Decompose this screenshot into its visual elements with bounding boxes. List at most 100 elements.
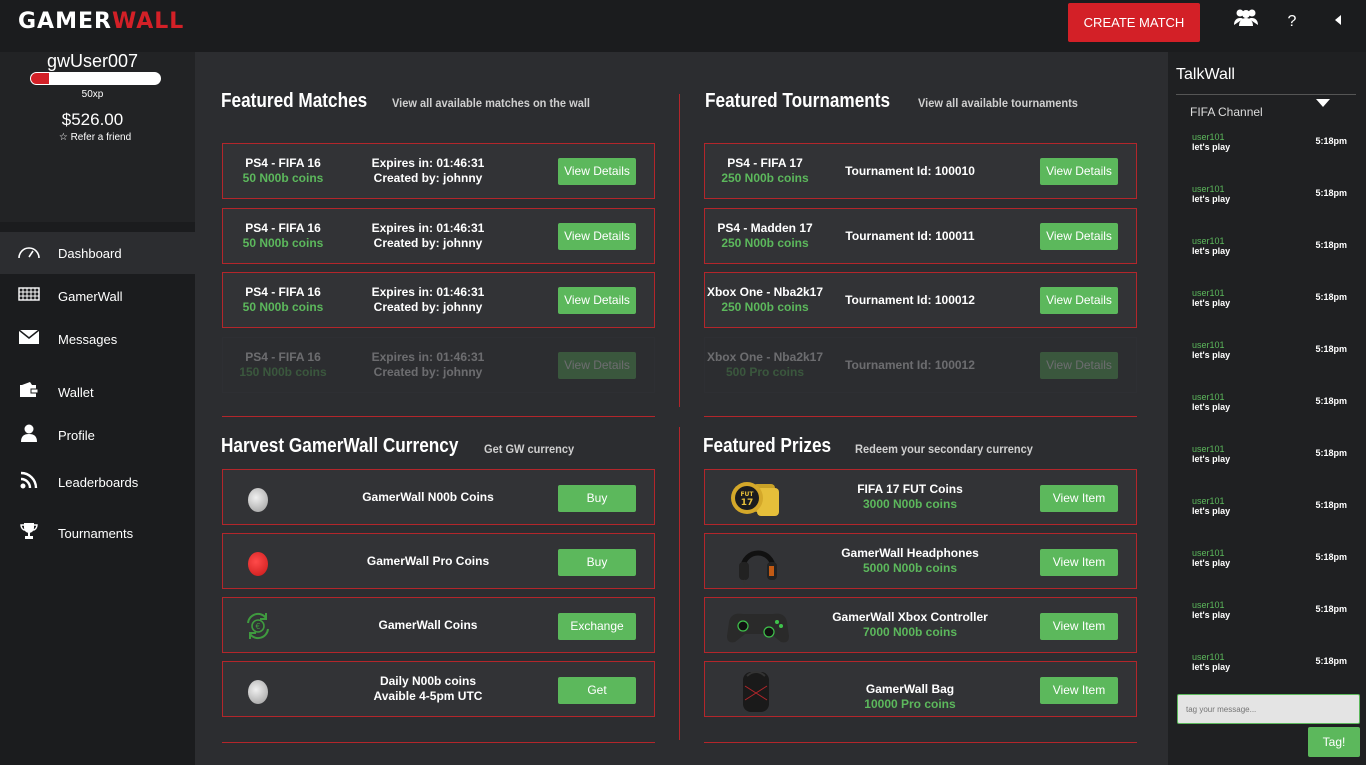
message-time: 5:18pm xyxy=(1315,344,1347,354)
get-button[interactable]: Get xyxy=(558,677,636,704)
wallet-icon xyxy=(0,381,58,403)
prize-card: GamerWall Bag 10000 Pro coins View Item xyxy=(704,661,1137,717)
nav-leaderboards[interactable]: Leaderboards xyxy=(0,461,195,503)
collapse-icon[interactable] xyxy=(1330,8,1346,36)
username: gwUser007 xyxy=(46,51,139,71)
section-divider xyxy=(222,742,655,743)
speedometer-icon xyxy=(0,242,58,265)
user-icon xyxy=(0,424,58,447)
view-details-button[interactable]: View Details xyxy=(558,223,636,250)
nav-dashboard[interactable]: Dashboard xyxy=(0,232,195,274)
message-time: 5:18pm xyxy=(1315,656,1347,666)
tournament-id: Tournament Id: 100012 xyxy=(845,293,975,307)
currency-label: Daily N00b coins xyxy=(379,674,477,688)
featured-tournaments-title: Featured Tournaments xyxy=(705,90,891,112)
xp-label: 50xp xyxy=(81,89,104,100)
exchange-button[interactable]: Exchange xyxy=(558,613,636,640)
fut-coins-icon: FUT 17 xyxy=(723,474,793,522)
match-creator: Created by: johnny xyxy=(373,171,483,185)
match-creator: Created by: johnny xyxy=(373,236,483,250)
view-details-button[interactable]: View Details xyxy=(1040,352,1118,379)
harvest-subtitle: Get GW currency xyxy=(484,442,575,456)
currency-card: € GamerWall Coins Exchange xyxy=(222,597,655,653)
featured-tournaments-link[interactable]: View all available tournaments xyxy=(918,96,1078,110)
view-details-button[interactable]: View Details xyxy=(558,352,636,379)
channel-dropdown[interactable]: FIFA Channel xyxy=(1176,94,1356,124)
tournament-game: PS4 - FIFA 17 xyxy=(727,156,803,170)
tournament-game: Xbox One - Nba2k17 xyxy=(706,350,824,364)
silver-coin-icon xyxy=(248,680,268,704)
tournament-game: Xbox One - Nba2k17 xyxy=(706,285,824,299)
star-icon: ☆ xyxy=(58,132,68,143)
column-divider xyxy=(679,94,680,407)
help-icon[interactable]: ? xyxy=(1284,8,1300,36)
view-item-button[interactable]: View Item xyxy=(1040,549,1118,576)
buy-button[interactable]: Buy xyxy=(558,549,636,576)
chat-message: user101 let's play 5:18pm xyxy=(1192,548,1347,578)
grid-icon xyxy=(0,286,58,306)
tag-send-button[interactable]: Tag! xyxy=(1308,727,1360,757)
nav-wallet[interactable]: Wallet xyxy=(0,371,195,413)
view-item-button[interactable]: View Item xyxy=(1040,485,1118,512)
view-item-button[interactable]: View Item xyxy=(1040,613,1118,640)
sidebar: gwUser007 50xp $526.00 ☆ Refer a friend … xyxy=(0,52,195,765)
match-expires: Expires in: 01:46:31 xyxy=(371,156,485,170)
tournament-stake: 500 Pro coins xyxy=(725,365,805,379)
view-details-button[interactable]: View Details xyxy=(1040,158,1118,185)
chat-message: user101 let's play 5:18pm xyxy=(1192,340,1347,370)
prize-name: FIFA 17 FUT Coins xyxy=(857,482,963,496)
tournament-card: PS4 - Madden 17 250 N00b coins Tournament… xyxy=(704,208,1137,264)
friends-icon[interactable] xyxy=(1232,8,1260,36)
chat-message: user101 let's play 5:18pm xyxy=(1192,288,1347,318)
section-divider xyxy=(222,416,655,417)
match-card: PS4 - FIFA 16 50 N00b coins Expires in: 0… xyxy=(222,143,655,199)
prize-cost: 5000 N00b coins xyxy=(862,561,958,575)
chat-message: user101 let's play 5:18pm xyxy=(1192,444,1347,474)
message-time: 5:18pm xyxy=(1315,188,1347,198)
match-stake: 150 N00b coins xyxy=(239,365,327,379)
bag-icon xyxy=(723,666,793,714)
message-time: 5:18pm xyxy=(1315,448,1347,458)
match-card-faded: PS4 - FIFA 16 150 N00b coins Expires in: … xyxy=(222,337,655,393)
message-input[interactable] xyxy=(1177,694,1360,724)
match-creator: Created by: johnny xyxy=(373,300,483,314)
tournament-card: PS4 - FIFA 17 250 N00b coins Tournament I… xyxy=(704,143,1137,199)
view-details-button[interactable]: View Details xyxy=(1040,223,1118,250)
create-match-button[interactable]: CREATE MATCH xyxy=(1068,3,1200,42)
nav-gamerwall[interactable]: GamerWall xyxy=(0,275,195,317)
currency-label-2: Avaible 4-5pm UTC xyxy=(373,689,483,703)
prize-cost: 10000 Pro coins xyxy=(864,697,956,711)
match-card: PS4 - FIFA 16 50 N00b coins Expires in: 0… xyxy=(222,272,655,328)
prize-name: GamerWall Headphones xyxy=(841,546,979,560)
view-details-button[interactable]: View Details xyxy=(1040,287,1118,314)
nav-profile[interactable]: Profile xyxy=(0,414,195,456)
refer-friend-link[interactable]: ☆ Refer a friend xyxy=(0,132,190,143)
svg-text:17: 17 xyxy=(741,498,754,508)
tournament-stake: 250 N00b coins xyxy=(721,171,809,185)
top-bar: GAMERWALL CREATE MATCH ? xyxy=(0,0,1366,52)
view-item-button[interactable]: View Item xyxy=(1040,677,1118,704)
harvest-title: Harvest GamerWall Currency xyxy=(221,435,459,457)
currency-label: GamerWall Coins xyxy=(378,618,478,632)
exchange-icon: € xyxy=(243,611,273,641)
message-time: 5:18pm xyxy=(1315,240,1347,250)
chat-message: user101 let's play 5:18pm xyxy=(1192,132,1347,162)
section-divider xyxy=(704,416,1137,417)
match-game: PS4 - FIFA 16 xyxy=(245,156,321,170)
buy-button[interactable]: Buy xyxy=(558,485,636,512)
chat-message: user101 let's play 5:18pm xyxy=(1192,236,1347,266)
logo[interactable]: GAMERWALL xyxy=(18,8,184,36)
featured-matches-link[interactable]: View all available matches on the wall xyxy=(392,96,590,110)
svg-text:€: € xyxy=(255,622,260,631)
view-details-button[interactable]: View Details xyxy=(558,287,636,314)
red-coin-icon xyxy=(248,552,268,576)
headphones-icon xyxy=(723,538,793,587)
message-time: 5:18pm xyxy=(1315,136,1347,146)
match-stake: 50 N00b coins xyxy=(242,171,324,185)
nav-tournaments[interactable]: Tournaments xyxy=(0,512,195,554)
nav-messages[interactable]: Messages xyxy=(0,318,195,360)
prize-name: GamerWall Bag xyxy=(865,682,955,696)
view-details-button[interactable]: View Details xyxy=(558,158,636,185)
match-game: PS4 - FIFA 16 xyxy=(245,350,321,364)
match-stake: 50 N00b coins xyxy=(242,236,324,250)
